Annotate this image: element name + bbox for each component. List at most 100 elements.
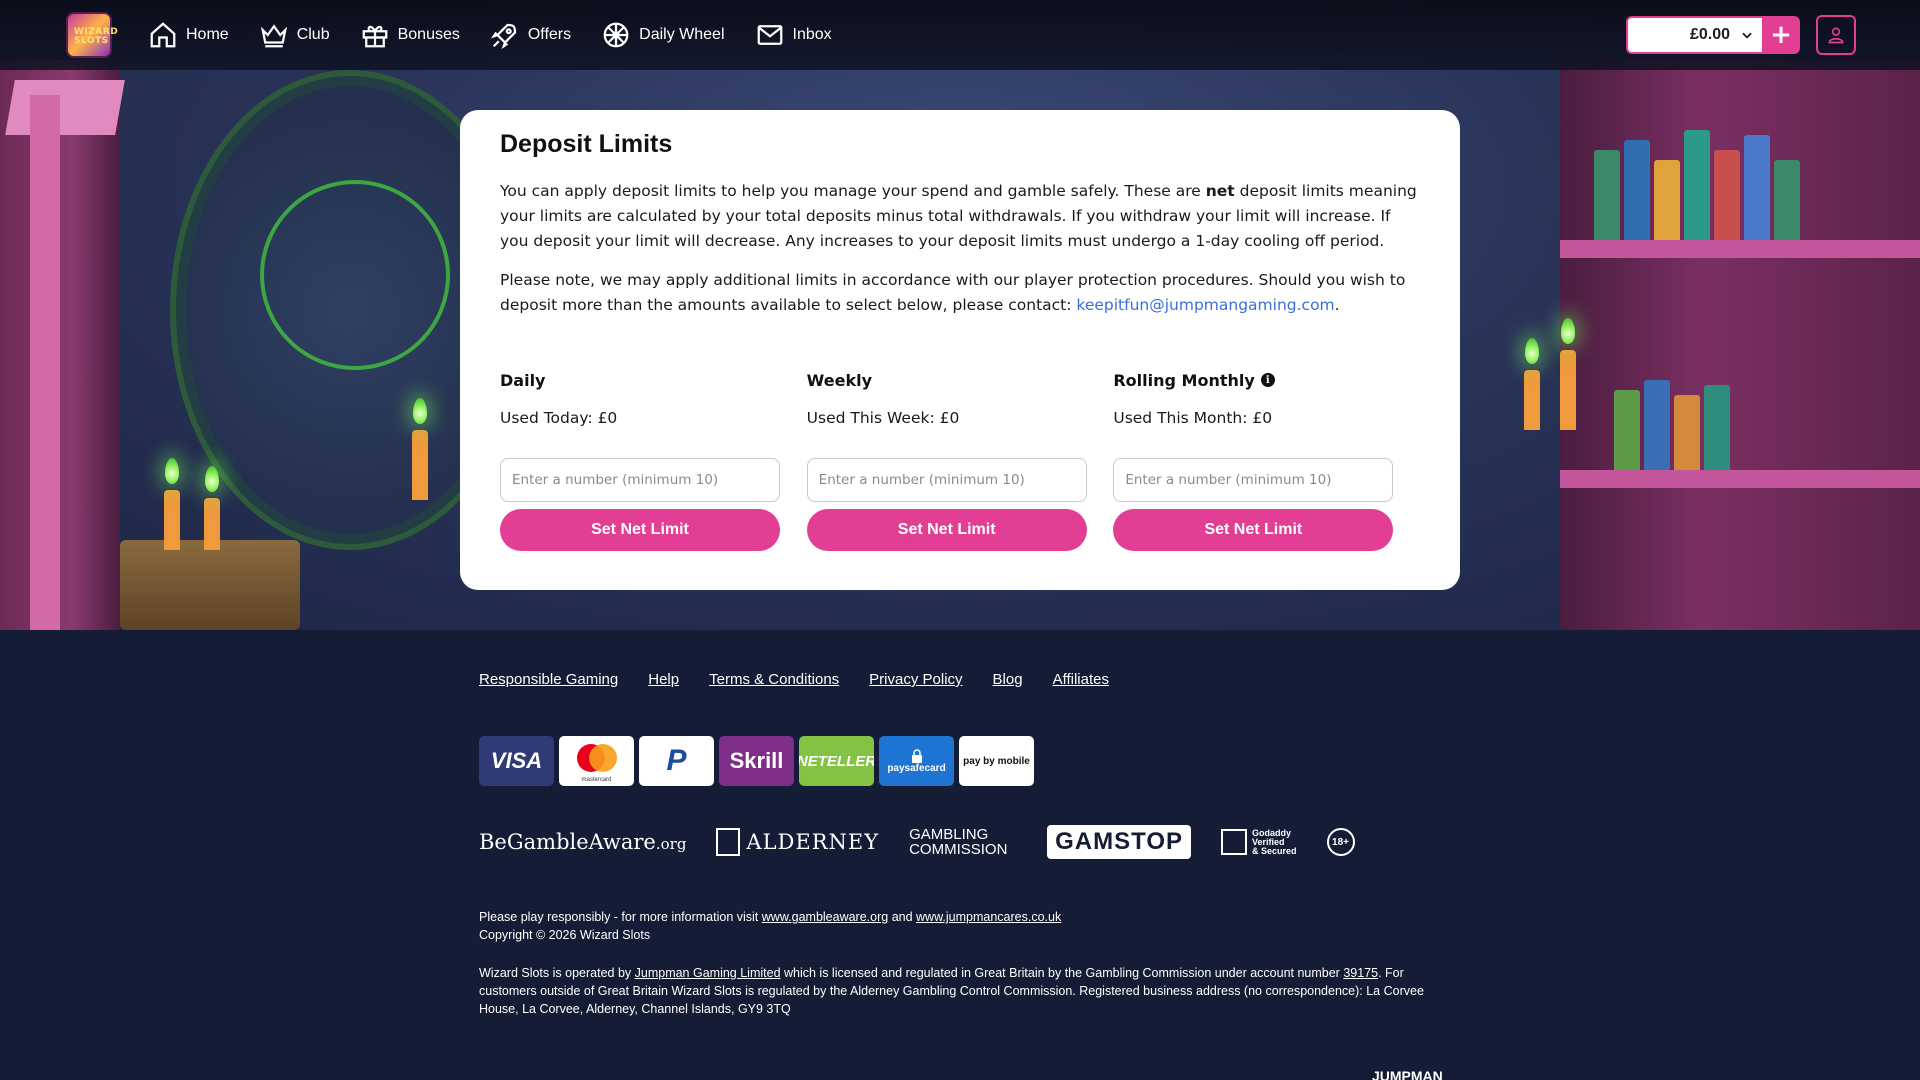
payment-methods: VISA mastercard P Skrill NETELLER paysaf… [479, 736, 1039, 786]
godaddy-verified-badge: Godaddy Verified & Secured [1221, 828, 1297, 856]
candle [1524, 370, 1540, 430]
book [1624, 140, 1650, 240]
candle-flame [1525, 338, 1539, 364]
weekly-set-limit-button[interactable]: Set Net Limit [806, 509, 1087, 551]
weekly-limit-input[interactable] [806, 458, 1087, 502]
book [1594, 150, 1620, 240]
gambling-commission-logo[interactable]: GAMBLING COMMISSION [909, 827, 1017, 857]
page-title: Deposit Limits [500, 130, 673, 158]
begambleaware-text: BeGambleAware [479, 830, 656, 854]
site-logo[interactable]: WIZARD SLOTS [66, 12, 118, 58]
paypal-logo: P [639, 736, 714, 786]
main-nav: Home Club Bonuses Offers Daily Wheel Inb… [148, 0, 862, 70]
nav-item-home[interactable]: Home [148, 20, 229, 50]
footer-links: Responsible Gaming Help Terms & Conditio… [479, 671, 1139, 688]
footer-link-privacy[interactable]: Privacy Policy [869, 671, 962, 688]
monthly-limit-input[interactable] [1113, 458, 1394, 502]
nav-item-bonuses[interactable]: Bonuses [360, 20, 460, 50]
nav-label-home: Home [186, 26, 229, 43]
intro-paragraph: You can apply deposit limits to help you… [500, 179, 1420, 254]
begambleaware-suffix: .org [655, 835, 687, 853]
mastercard-logo: mastercard [559, 736, 634, 786]
monthly-used-text: Used This Month: £0 [1113, 409, 1273, 427]
nav-label-inbox: Inbox [792, 26, 832, 43]
monthly-set-limit-button[interactable]: Set Net Limit [1113, 509, 1394, 551]
daily-used-text: Used Today: £0 [500, 409, 618, 427]
regulator-logos: BeGambleAware.org ALDERNEY GAMBLING COMM… [479, 825, 1385, 859]
gambling-commission-line1: GAMBLING [909, 826, 989, 843]
daily-limit-input[interactable] [500, 458, 780, 502]
account-button[interactable] [1816, 15, 1856, 55]
mastercard-wordmark: mastercard [581, 777, 612, 783]
monthly-limit-column: Rolling Monthly i Used This Month: £0 Se… [1113, 368, 1420, 551]
copyright: Copyright © 2026 Wizard Slots [479, 928, 651, 942]
bookshelf-left [0, 60, 120, 630]
book-stack-left [120, 540, 300, 630]
pillar-cap [5, 80, 125, 135]
nav-item-inbox[interactable]: Inbox [755, 20, 832, 50]
nav-label-daily-wheel: Daily Wheel [639, 26, 725, 43]
footer-link-terms[interactable]: Terms & Conditions [709, 671, 839, 688]
gamstop-logo[interactable]: GAMSTOP [1047, 825, 1191, 859]
chevron-down-icon [1742, 32, 1752, 39]
book [1644, 380, 1670, 470]
gift-icon [362, 25, 387, 48]
info-icon[interactable]: i [1260, 373, 1275, 387]
monthly-limit-heading-row: Rolling Monthly i [1113, 368, 1420, 392]
shelf-plank [1560, 470, 1920, 488]
candle [1560, 350, 1576, 430]
skrill-logo: Skrill [719, 736, 794, 786]
deposit-button[interactable]: + [1762, 16, 1800, 54]
daily-limit-heading: Daily [500, 370, 546, 390]
contact-text-end: . [1334, 296, 1340, 314]
nav-item-daily-wheel[interactable]: Daily Wheel [601, 20, 725, 50]
footer-link-responsible-gaming[interactable]: Responsible Gaming [479, 671, 618, 688]
begambleaware-logo[interactable]: BeGambleAware.org [479, 830, 686, 854]
candle [412, 430, 428, 500]
daily-set-limit-button[interactable]: Set Net Limit [500, 509, 780, 551]
weekly-limit-column: Weekly Used This Week: £0 Set Net Limit [806, 368, 1114, 551]
operator-text-mid: which is licensed and regulated in Great… [780, 966, 1344, 980]
account-number-link[interactable]: 39175 [1343, 966, 1378, 980]
user-icon [1828, 27, 1844, 44]
book [1614, 390, 1640, 470]
footer-link-help[interactable]: Help [648, 671, 679, 688]
nav-item-offers[interactable]: Offers [490, 20, 571, 50]
responsible-play-and: and [888, 910, 917, 924]
balance-dropdown[interactable]: £0.00 [1626, 16, 1764, 54]
contact-email-link[interactable]: keepitfun@jumpmangaming.com [1076, 296, 1334, 314]
pay-by-mobile-logo: pay by mobile [959, 736, 1034, 786]
gambleaware-link[interactable]: www.gambleaware.org [762, 910, 888, 924]
book [1774, 160, 1800, 240]
book [1744, 135, 1770, 240]
rocket-icon [490, 23, 516, 50]
nav-item-club[interactable]: Club [259, 20, 330, 50]
paysafecard-text: paysafecard [887, 762, 946, 774]
crest-icon [716, 828, 741, 856]
book [1704, 385, 1730, 470]
nav-label-offers: Offers [527, 26, 572, 43]
mastercard-circle-orange [589, 744, 617, 772]
footer-link-affiliates[interactable]: Affiliates [1053, 671, 1109, 688]
legal-text: Please play responsibly - for more infor… [479, 908, 1439, 1018]
alderney-logo[interactable]: ALDERNEY [716, 828, 879, 856]
jumpman-brand-mark: JUMPMAN [1372, 1068, 1443, 1080]
candle-flame [1561, 318, 1575, 344]
balance-amount: £0.00 [1689, 26, 1730, 43]
footer-link-blog[interactable]: Blog [993, 671, 1023, 688]
book [1684, 130, 1710, 240]
pillar [30, 95, 60, 630]
visa-logo: VISA [479, 736, 554, 786]
jumpman-gaming-link[interactable]: Jumpman Gaming Limited [635, 966, 781, 980]
candle [204, 498, 220, 550]
jumpmancares-link[interactable]: www.jumpmancares.co.uk [916, 910, 1061, 924]
nav-label-club: Club [296, 26, 330, 43]
neteller-logo: NETELLER [799, 736, 874, 786]
alderney-text: ALDERNEY [746, 830, 880, 854]
operator-text-start: Wizard Slots is operated by [479, 966, 635, 980]
gambling-commission-line2: COMMISSION [909, 841, 1008, 858]
book [1714, 150, 1740, 240]
top-navigation-bar: WIZARD SLOTS Home Club Bonuses Offers Da… [0, 0, 1920, 70]
operator-statement: Wizard Slots is operated by Jumpman Gami… [479, 964, 1439, 1018]
candle-flame [413, 398, 427, 424]
